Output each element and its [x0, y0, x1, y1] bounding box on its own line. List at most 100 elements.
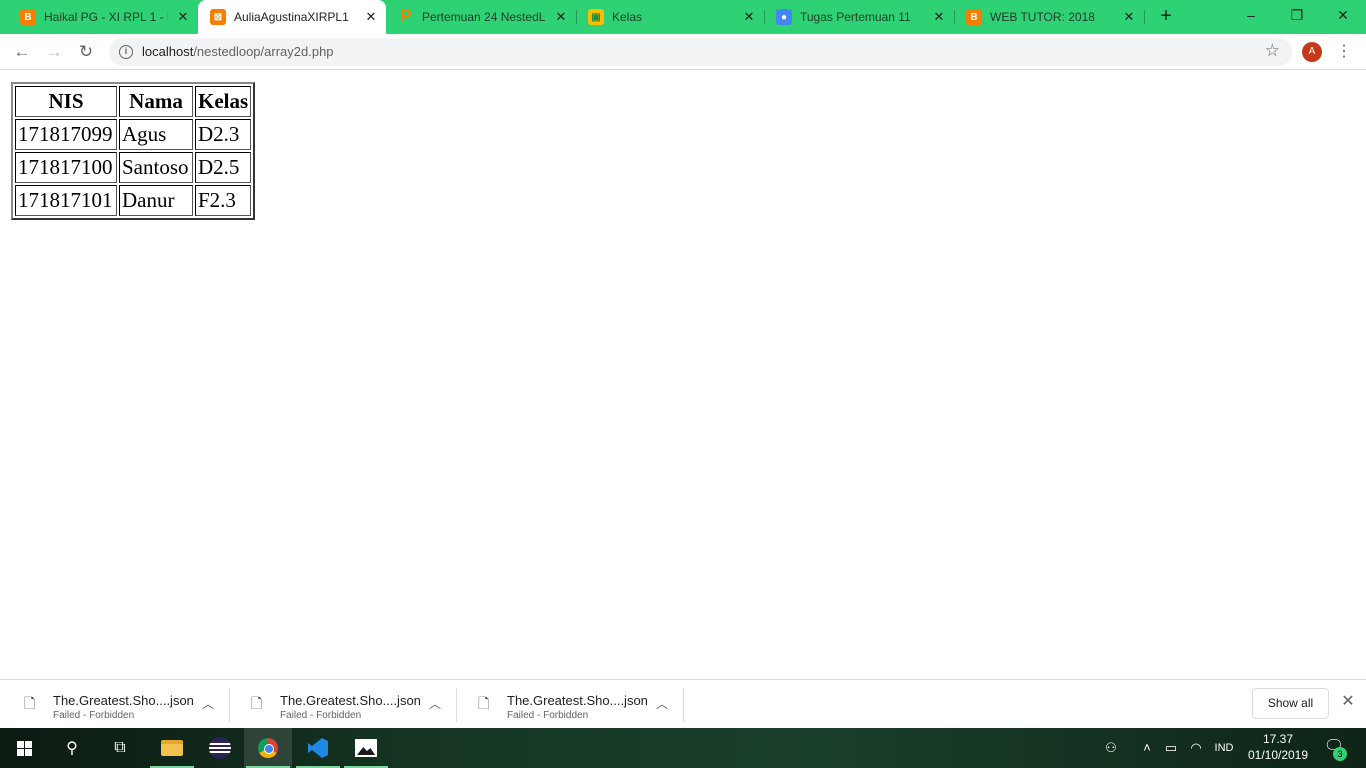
tab-title: Kelas	[612, 10, 643, 24]
file-icon: 🗋	[478, 695, 490, 711]
address-bar[interactable]: i localhost/nestedloop/array2d.php ☆	[109, 38, 1292, 66]
reload-icon[interactable]: ↻	[74, 40, 98, 64]
close-icon[interactable]: ✕	[1338, 692, 1358, 712]
download-item[interactable]: 🗋 The.Greatest.Sho....json Failed - Forb…	[231, 688, 457, 722]
classroom-icon: ▣	[588, 9, 604, 25]
file-icon: 🗋	[251, 695, 263, 711]
battery-icon[interactable]: ▭	[1161, 728, 1181, 768]
tab-separator	[1144, 10, 1145, 24]
windows-taskbar: ⚲ ⧉ ⚇ ˄ ▭ ◠ IND 17.37 01/10/2019 🗨 3	[0, 728, 1366, 768]
close-icon[interactable]: ✕	[1120, 8, 1138, 26]
table-row: 171817100 Santoso D2.5	[15, 152, 252, 183]
url-path: /nestedloop/array2d.php	[193, 44, 334, 59]
more-menu-icon[interactable]: ⋮	[1336, 40, 1352, 64]
task-view-icon[interactable]: ⧉	[96, 728, 144, 768]
column-header-nis: NIS	[15, 86, 117, 117]
close-icon[interactable]: ✕	[552, 8, 570, 26]
chevron-up-icon[interactable]: ︿	[202, 695, 214, 712]
windows-logo-icon	[16, 740, 32, 756]
url-text[interactable]: localhost/nestedloop/array2d.php	[142, 44, 334, 59]
chevron-up-icon[interactable]: ︿	[429, 695, 441, 712]
close-icon[interactable]: ✕	[362, 8, 380, 26]
download-item[interactable]: 🗋 The.Greatest.Sho....json Failed - Forb…	[4, 688, 230, 722]
cell-kelas: D2.5	[195, 152, 252, 183]
photos-icon[interactable]	[342, 728, 390, 768]
close-icon[interactable]: ✕	[740, 8, 758, 26]
tab-title: Pertemuan 24 NestedL	[422, 10, 546, 24]
blogger-icon: B	[20, 9, 36, 25]
download-item[interactable]: 🗋 The.Greatest.Sho....json Failed - Forb…	[458, 688, 684, 722]
tab-title: Tugas Pertemuan 11	[800, 10, 911, 24]
people-icon[interactable]: ⚇	[1100, 728, 1122, 768]
cell-nis: 171817100	[15, 152, 117, 183]
bookmark-star-icon[interactable]: ☆	[1265, 41, 1280, 61]
show-all-button[interactable]: Show all	[1252, 688, 1329, 719]
url-host: localhost	[142, 44, 194, 59]
new-tab-button[interactable]: +	[1155, 6, 1177, 28]
download-status: Failed - Forbidden	[507, 710, 589, 721]
file-icon: 🗋	[24, 695, 36, 711]
tab-pertemuan[interactable]: P Pertemuan 24 NestedL ✕	[386, 0, 576, 34]
tab-title: AuliaAgustinaXIRPL1	[234, 10, 349, 24]
close-icon[interactable]: ✕	[930, 8, 948, 26]
photos-logo-icon	[355, 739, 377, 757]
close-icon[interactable]: ✕	[174, 8, 192, 26]
start-button[interactable]	[0, 728, 48, 768]
restore-button[interactable]: ❐	[1274, 0, 1320, 30]
download-shelf: 🗋 The.Greatest.Sho....json Failed - Forb…	[0, 679, 1366, 728]
forward-arrow-icon[interactable]: →	[42, 40, 66, 64]
table-row: 171817099 Agus D2.3	[15, 119, 252, 150]
chevron-up-icon[interactable]: ˄	[1138, 728, 1156, 768]
notification-badge: 3	[1333, 747, 1347, 761]
download-filename: The.Greatest.Sho....json	[280, 693, 421, 708]
tab-web-tutor[interactable]: B WEB TUTOR: 2018 ✕	[954, 0, 1144, 34]
download-filename: The.Greatest.Sho....json	[53, 693, 194, 708]
tab-kelas[interactable]: ▣ Kelas ✕	[576, 0, 764, 34]
clock[interactable]: 17.37 01/10/2019	[1240, 731, 1316, 763]
clock-time: 17.37	[1262, 732, 1294, 746]
chrome-icon[interactable]	[244, 728, 292, 768]
cell-nama: Agus	[119, 119, 193, 150]
download-filename: The.Greatest.Sho....json	[507, 693, 648, 708]
cell-nis: 171817101	[15, 185, 117, 216]
browser-toolbar: ← → ↻ i localhost/nestedloop/array2d.php…	[0, 34, 1366, 70]
back-arrow-icon[interactable]: ←	[10, 40, 34, 64]
chrome-logo-icon	[258, 738, 278, 758]
eclipse-logo-icon	[209, 737, 231, 759]
folder-icon	[161, 740, 183, 756]
column-header-kelas: Kelas	[195, 86, 252, 117]
file-explorer-icon[interactable]	[148, 728, 196, 768]
classroom-people-icon: ●	[776, 9, 792, 25]
vscode-icon[interactable]	[294, 728, 342, 768]
search-icon[interactable]: ⚲	[48, 728, 96, 768]
cell-nis: 171817099	[15, 119, 117, 150]
column-header-nama: Nama	[119, 86, 193, 117]
tab-strip: B Haikal PG - XI RPL 1 - P ✕ ⊠ AuliaAgus…	[0, 0, 1366, 34]
close-window-button[interactable]: ✕	[1320, 0, 1366, 30]
minimize-button[interactable]: –	[1228, 0, 1274, 30]
student-table: NIS Nama Kelas 171817099 Agus D2.3 17181…	[11, 82, 256, 220]
page-content: NIS Nama Kelas 171817099 Agus D2.3 17181…	[0, 71, 1366, 679]
language-indicator[interactable]: IND	[1210, 728, 1238, 768]
tab-aulia[interactable]: ⊠ AuliaAgustinaXIRPL1 ✕	[198, 0, 386, 34]
tab-title: Haikal PG - XI RPL 1 - P	[44, 10, 168, 24]
tab-haikal[interactable]: B Haikal PG - XI RPL 1 - P ✕	[8, 0, 198, 34]
info-icon[interactable]: i	[119, 45, 133, 59]
download-status: Failed - Forbidden	[53, 710, 135, 721]
cell-kelas: D2.3	[195, 119, 252, 150]
profile-avatar[interactable]: A	[1302, 42, 1322, 62]
eclipse-icon[interactable]	[196, 728, 244, 768]
cell-nama: Santoso	[119, 152, 193, 183]
tab-title: WEB TUTOR: 2018	[990, 10, 1095, 24]
powerpoint-icon: P	[400, 8, 412, 25]
tab-tugas[interactable]: ● Tugas Pertemuan 11 ✕	[764, 0, 954, 34]
cell-kelas: F2.3	[195, 185, 252, 216]
wifi-icon[interactable]: ◠	[1186, 728, 1206, 768]
clock-date: 01/10/2019	[1247, 748, 1309, 762]
vscode-logo-icon	[308, 738, 328, 758]
cell-nama: Danur	[119, 185, 193, 216]
chevron-up-icon[interactable]: ︿	[656, 695, 668, 712]
blogger-icon: B	[966, 9, 982, 25]
download-status: Failed - Forbidden	[280, 710, 362, 721]
blogger-icon: ⊠	[210, 9, 226, 25]
